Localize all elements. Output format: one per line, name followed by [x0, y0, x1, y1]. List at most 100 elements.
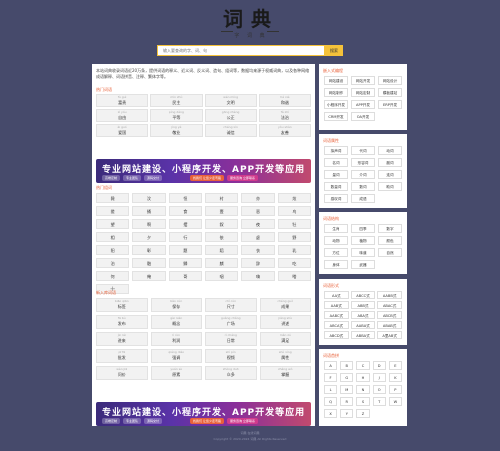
hot-word-item[interactable]: mín zhǔ 民主 — [150, 94, 203, 107]
word-form-link[interactable]: AABB式 — [377, 291, 402, 299]
word-form-link[interactable]: ABAB式 — [377, 321, 402, 329]
recent-word-item[interactable]: fā bù 发布 — [96, 315, 148, 329]
word-type-link[interactable]: 助词 — [378, 182, 402, 191]
recent-word-item[interactable]: jìn lái 进来 — [96, 332, 148, 346]
initial-letter-link[interactable]: J — [372, 373, 386, 382]
recent-word-item[interactable]: bǎo cún 保存 — [150, 298, 202, 312]
word-theme-link[interactable]: 味道 — [351, 248, 375, 257]
hot-char-item[interactable]: 彰 — [132, 245, 166, 255]
hot-word-item[interactable]: jìng yè 敬业 — [150, 124, 203, 137]
hot-word-item[interactable]: fù guì 富贵 — [96, 94, 149, 107]
hot-word-item[interactable]: wén míng 文明 — [204, 94, 257, 107]
word-form-link[interactable]: ABCD式 — [324, 331, 349, 339]
hot-word-item[interactable]: hé xié 和谐 — [258, 94, 311, 107]
hot-char-item[interactable]: 吃 — [277, 258, 311, 268]
hot-char-item[interactable]: 啊 — [132, 219, 166, 229]
word-theme-link[interactable]: 动物 — [324, 236, 348, 245]
hot-char-item[interactable]: 夕 — [132, 232, 166, 242]
initial-letter-link[interactable]: Y — [340, 409, 354, 418]
initial-letter-link[interactable]: K — [388, 373, 402, 382]
initial-letter-link[interactable]: R — [340, 397, 354, 406]
initial-letter-link[interactable]: T — [372, 397, 386, 406]
search-button[interactable]: 搜索 — [325, 45, 343, 56]
word-form-link[interactable]: ABB式 — [350, 301, 376, 309]
initial-letter-link[interactable]: A — [324, 361, 338, 370]
word-form-link[interactable]: ABCC式 — [350, 291, 376, 299]
word-type-link[interactable]: 数量词 — [324, 182, 348, 191]
hot-char-item[interactable]: 嗨 — [241, 271, 275, 281]
side-ad-link[interactable]: OA开发 — [351, 112, 375, 121]
initial-letter-link[interactable]: C — [356, 361, 370, 370]
recent-word-item[interactable]: gài niàn 概念 — [150, 315, 202, 329]
initial-letter-link[interactable]: F — [324, 373, 338, 382]
word-type-link[interactable]: 形容词 — [351, 158, 375, 167]
recent-word-item[interactable]: zhǎng wò 掌握 — [259, 366, 311, 380]
hot-char-item[interactable]: 衬 — [204, 193, 239, 203]
word-form-link[interactable]: AABA式 — [350, 321, 376, 329]
hot-char-item[interactable]: 汶 — [132, 193, 166, 203]
hot-char-item[interactable]: 叙 — [204, 219, 239, 229]
hot-word-item[interactable]: chéng xìn 诚信 — [204, 124, 257, 137]
word-form-link[interactable]: AABC式 — [324, 311, 349, 319]
hot-word-item[interactable]: fǎ zhì 法治 — [258, 109, 311, 122]
hot-char-item[interactable]: 炫 — [277, 193, 311, 203]
recent-word-item[interactable]: chéng guǒ 成果 — [259, 298, 311, 312]
site-logo[interactable]: 词典 字 词 典 — [215, 8, 287, 40]
banner-promo-consult[interactable]: 服务咨询 立即联系 — [227, 175, 258, 181]
initial-letter-link[interactable]: X — [324, 409, 338, 418]
side-ad-link[interactable]: CRM开发 — [324, 112, 348, 121]
word-type-link[interactable]: 名词 — [324, 158, 348, 167]
hot-char-item[interactable]: 何 — [96, 271, 130, 281]
initial-letter-link[interactable]: D — [372, 361, 386, 370]
word-form-link[interactable]: A里AB式 — [377, 331, 402, 339]
hot-char-item[interactable]: 乳 — [277, 245, 311, 255]
hot-char-item[interactable]: 蹈 — [204, 245, 239, 255]
word-theme-link[interactable]: 四季 — [351, 224, 375, 233]
hot-char-item[interactable]: 麒 — [204, 258, 239, 268]
hot-word-item[interactable]: yǒu shàn 友善 — [258, 124, 311, 137]
hot-char-item[interactable]: 摆 — [168, 219, 202, 229]
initial-letter-link[interactable]: O — [372, 385, 386, 394]
hot-char-item[interactable]: 亦 — [241, 193, 275, 203]
word-theme-link[interactable]: 方位 — [324, 248, 348, 257]
recent-word-item[interactable]: lì rùn 利润 — [150, 332, 202, 346]
side-ad-link[interactable]: 小程序开发 — [324, 100, 348, 109]
hot-char-item[interactable]: 鳞 — [168, 258, 202, 268]
search-input[interactable] — [157, 45, 325, 56]
hot-char-item[interactable]: 食 — [168, 206, 202, 216]
initial-letter-link[interactable]: M — [340, 385, 354, 394]
word-type-link[interactable]: 感叹词 — [324, 194, 348, 203]
initial-letter-link[interactable]: P — [388, 385, 402, 394]
word-form-link[interactable]: ABA式 — [350, 311, 376, 319]
hot-word-item[interactable]: gōng zhèng 公正 — [204, 109, 257, 122]
recent-word-item[interactable]: chǐ cùn 尺寸 — [205, 298, 257, 312]
recent-word-item[interactable]: qiáng diào 强调 — [150, 349, 202, 363]
banner-promo-consult[interactable]: 服务咨询 立即联系 — [227, 418, 258, 424]
hot-word-item[interactable]: píng děng 平等 — [150, 109, 203, 122]
hot-char-item[interactable]: 恶 — [241, 206, 275, 216]
hot-char-item[interactable]: 阳 — [96, 245, 130, 255]
recent-word-item[interactable]: rì cháng 日常 — [205, 332, 257, 346]
word-type-link[interactable]: 代词 — [351, 146, 375, 155]
hot-char-item[interactable]: 哥 — [168, 271, 202, 281]
hot-char-item[interactable]: 依 — [204, 232, 239, 242]
word-type-link[interactable]: 拟声词 — [324, 146, 348, 155]
hot-char-item[interactable]: 行 — [168, 232, 202, 242]
initial-letter-link[interactable]: Q — [324, 397, 338, 406]
hot-char-item[interactable]: 搓 — [96, 206, 130, 216]
word-type-link[interactable]: 介词 — [351, 170, 375, 179]
word-theme-link[interactable]: 武器 — [351, 260, 375, 269]
word-theme-link[interactable]: 植物 — [351, 236, 375, 245]
hot-word-item[interactable]: ài guó 爱国 — [96, 124, 149, 137]
hot-char-item[interactable]: 鬓 — [96, 193, 130, 203]
word-theme-link[interactable]: 自然 — [378, 248, 402, 257]
ad-banner[interactable]: 专业网站建设、小程序开发、APP开发等应用 高端定制 专业团队 源码交付 找我们… — [96, 159, 311, 183]
initial-letter-link[interactable]: Z — [356, 409, 370, 418]
hot-word-item[interactable]: zì yóu 自由 — [96, 109, 149, 122]
side-ad-link[interactable]: ERP开发 — [378, 100, 402, 109]
hot-char-item[interactable]: 望 — [96, 219, 130, 229]
side-ad-link[interactable]: 网站制作 — [324, 88, 348, 97]
side-ad-link[interactable]: 网站建设 — [324, 76, 348, 85]
word-form-link[interactable]: AA式 — [324, 291, 349, 299]
initial-letter-link[interactable]: H — [356, 373, 370, 382]
